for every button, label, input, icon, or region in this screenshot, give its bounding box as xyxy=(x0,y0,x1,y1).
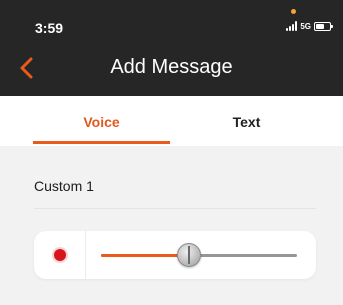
voice-player xyxy=(34,231,316,279)
top-bar: 3:59 5G Add Message xyxy=(0,0,343,96)
progress-fill xyxy=(101,254,190,257)
record-dot-icon[interactable] xyxy=(54,249,66,261)
divider xyxy=(34,208,316,209)
message-name-label: Custom 1 xyxy=(34,178,94,194)
mic-indicator-dot xyxy=(291,9,296,14)
status-time: 3:59 xyxy=(35,20,64,36)
tab-voice[interactable]: Voice xyxy=(33,96,170,146)
player-separator xyxy=(85,231,86,279)
signal-icon xyxy=(286,21,298,31)
slider-thumb[interactable] xyxy=(177,243,202,267)
network-label: 5G xyxy=(300,21,311,31)
status-icons: 5G xyxy=(286,19,333,33)
active-tab-indicator xyxy=(33,141,170,144)
page-title: Add Message xyxy=(110,56,233,78)
tab-bar: Voice Text xyxy=(0,96,343,146)
battery-icon xyxy=(314,21,333,31)
tab-text[interactable]: Text xyxy=(178,96,315,146)
